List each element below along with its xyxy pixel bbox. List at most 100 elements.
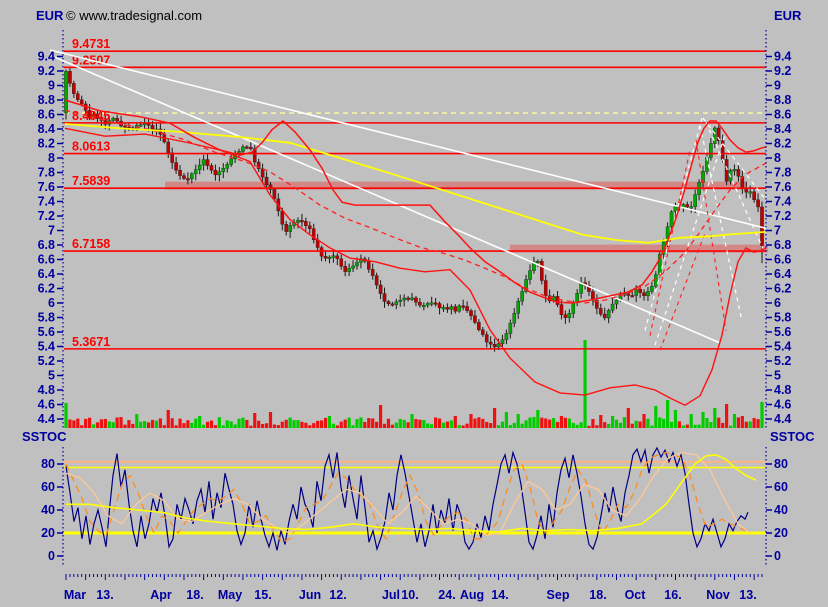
- candle-body: [481, 329, 485, 335]
- volume-bar: [139, 421, 143, 428]
- volume-bar: [123, 424, 127, 428]
- candle-body: [709, 143, 713, 158]
- volume-bar: [272, 424, 277, 428]
- volume-bar: [666, 400, 670, 428]
- candle-body: [457, 305, 462, 312]
- volume-bar: [744, 421, 748, 428]
- candle-body: [536, 261, 540, 264]
- volume-bar: [323, 417, 328, 428]
- volume-bar: [760, 402, 764, 428]
- volume-bar: [622, 417, 626, 428]
- volume-bar: [481, 418, 485, 428]
- candlesticks: [64, 67, 764, 352]
- candle-body: [327, 256, 332, 259]
- price-tick-label-left: 6.8: [38, 238, 55, 252]
- date-label: Aug: [460, 588, 484, 602]
- volume-bar: [135, 414, 139, 428]
- candle-body: [732, 169, 737, 172]
- volume-bar: [595, 425, 599, 428]
- price-tick-label-left: 8.8: [38, 93, 55, 107]
- candle-body: [111, 118, 115, 121]
- tradesignal-chart-window: EUR © www.tradesignal.com EUR SSTOC SSTO…: [0, 0, 828, 607]
- volume-bar: [610, 416, 615, 428]
- volume-bar: [551, 418, 556, 428]
- volume-bar: [583, 340, 587, 428]
- candle-body: [186, 178, 190, 181]
- volume-bar: [335, 425, 339, 428]
- volume-bar: [465, 423, 469, 428]
- candle-body: [449, 306, 454, 310]
- volume-bar: [363, 421, 367, 428]
- volume-bar: [261, 423, 265, 428]
- volume-bar: [378, 405, 383, 428]
- volume-bar: [343, 419, 347, 428]
- candle-body: [217, 171, 222, 176]
- candle-body: [351, 265, 355, 269]
- candle-body: [433, 302, 438, 305]
- volume-bar: [150, 419, 155, 428]
- date-label: 24.: [438, 588, 455, 602]
- candle-body: [245, 146, 249, 149]
- date-label: 18.: [186, 588, 203, 602]
- candle-body: [229, 158, 233, 165]
- candle-body: [264, 176, 269, 186]
- volume-bar: [677, 421, 682, 428]
- price-tick-label-left: 4.6: [38, 398, 55, 412]
- candle-body: [339, 258, 344, 267]
- volume-bar: [441, 422, 446, 428]
- candle-body: [669, 211, 674, 228]
- volume-bar: [406, 422, 410, 428]
- candle-body: [331, 255, 336, 258]
- candle-body: [280, 210, 285, 225]
- candle-body: [406, 297, 410, 300]
- volume-bar: [512, 422, 516, 428]
- volume-bar: [225, 420, 229, 428]
- price-and-oscillator-chart[interactable]: 9.47319.25078.48458.06137.58396.71585.36…: [0, 0, 828, 607]
- volume-bar: [288, 417, 292, 428]
- price-tick-label-left: 5.2: [38, 354, 55, 368]
- volume-bar: [485, 421, 489, 428]
- volume-bar: [654, 406, 658, 428]
- volume-bar: [469, 414, 473, 428]
- candle-body: [559, 304, 564, 315]
- fan-line-red-dashed: [649, 149, 691, 336]
- volume-bar: [375, 421, 379, 428]
- volume-bar: [264, 423, 269, 428]
- volume-bar: [158, 418, 162, 428]
- volume-bar: [591, 418, 595, 428]
- candle-body: [398, 299, 403, 302]
- candle-body: [642, 292, 646, 297]
- trendline-white: [54, 56, 721, 344]
- volume-bar: [170, 418, 174, 428]
- volume-bar: [575, 424, 579, 428]
- candle-body: [598, 308, 603, 315]
- candle-body: [347, 267, 351, 272]
- candle-body: [713, 127, 717, 144]
- volume-bar: [198, 416, 202, 428]
- volume-bar: [91, 424, 96, 428]
- price-tick-label-right: 6.6: [774, 253, 791, 267]
- trendline-white: [49, 49, 767, 230]
- volume-bar: [418, 419, 422, 428]
- volume-bar: [111, 422, 115, 428]
- volume-bar: [555, 421, 560, 428]
- volume-bar: [630, 423, 634, 428]
- price-tick-label-right: 7.8: [774, 166, 791, 180]
- candle-body: [68, 71, 72, 84]
- price-tick-label-right: 4.8: [774, 383, 791, 397]
- candle-body: [630, 295, 635, 298]
- candle-body: [500, 339, 505, 344]
- volume-bar: [280, 421, 284, 428]
- volume-bar: [504, 412, 509, 428]
- volume-bar: [725, 404, 729, 428]
- volume-bar: [209, 420, 214, 428]
- candle-body: [150, 125, 155, 130]
- volume-bar: [107, 421, 111, 428]
- volume-bar: [748, 421, 752, 428]
- sstoc-tick-label-right: 60: [774, 480, 788, 494]
- candle-body: [304, 221, 308, 226]
- volume-bar: [308, 425, 312, 428]
- volume-bar: [426, 423, 430, 428]
- candle-body: [201, 159, 206, 166]
- candle-body: [355, 262, 359, 267]
